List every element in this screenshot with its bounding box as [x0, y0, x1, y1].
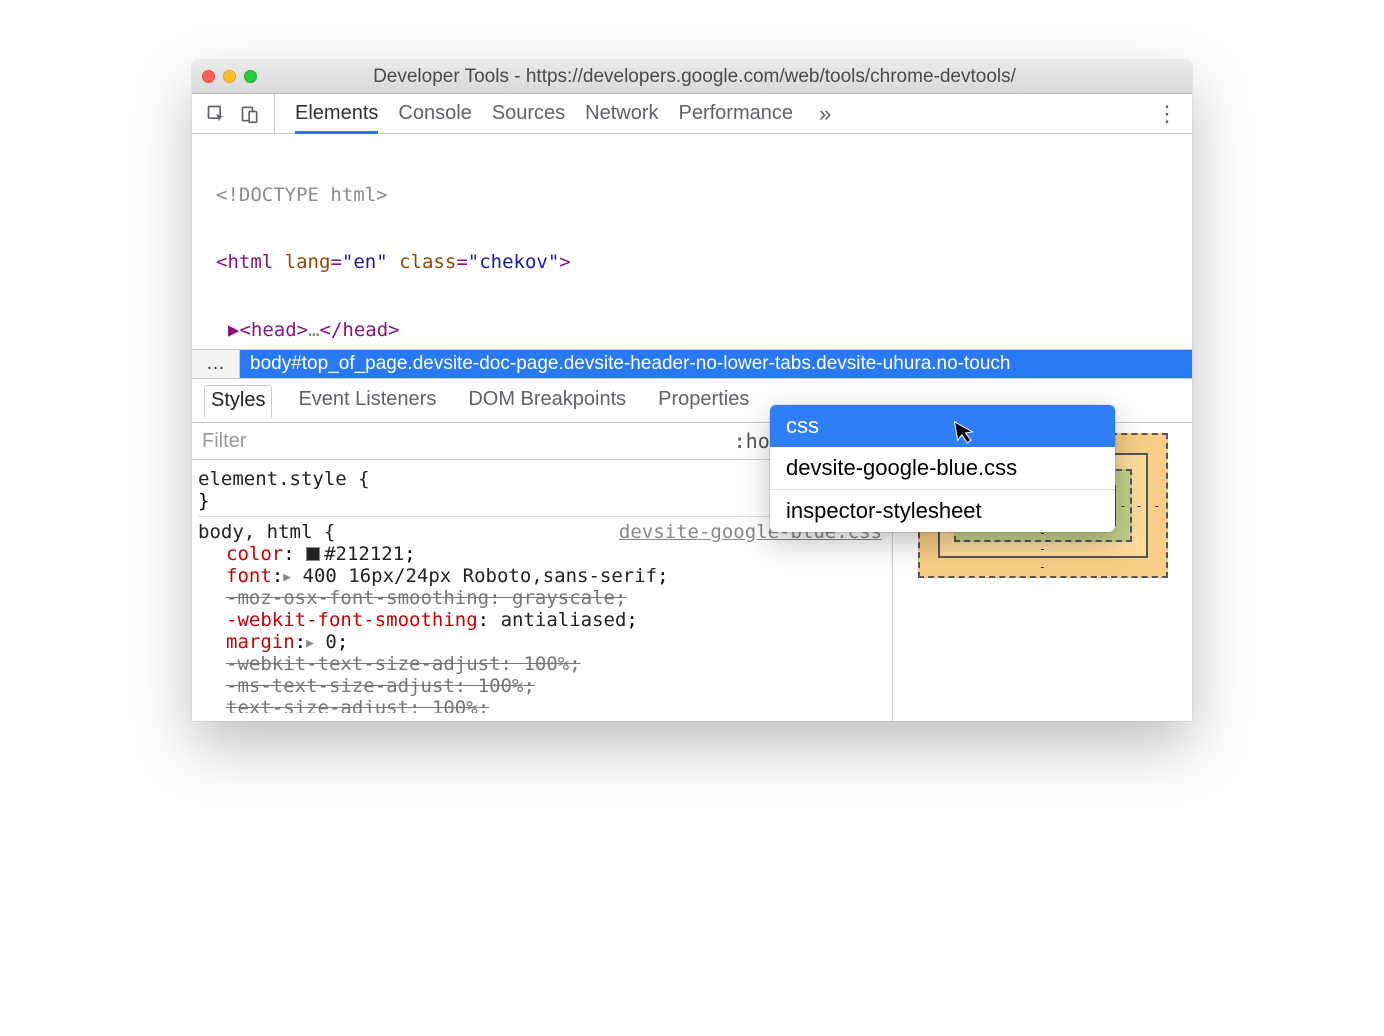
tabs-overflow-button[interactable]: » [819, 101, 831, 127]
dom-doctype[interactable]: <!DOCTYPE html> [192, 184, 1192, 206]
prop-moz-smoothing[interactable]: -moz-osx-font-smoothing: grayscale; [198, 587, 892, 609]
main-toolbar: Elements Console Sources Network Perform… [192, 94, 1192, 134]
toolbar-left-group [206, 94, 275, 133]
tab-console[interactable]: Console [398, 102, 471, 125]
prop-font[interactable]: font:▶ 400 16px/24px Roboto,sans-serif; [198, 565, 892, 587]
titlebar: Developer Tools - https://developers.goo… [192, 60, 1192, 94]
popup-item-css[interactable]: css [770, 405, 1115, 447]
dom-head[interactable]: ▶<head>…</head> [192, 318, 1192, 342]
prop-webkit-text-adjust[interactable]: -webkit-text-size-adjust: 100%; [198, 653, 892, 675]
prop-text-adjust[interactable]: text-size-adjust: 100%; [198, 697, 892, 713]
styles-filter-input[interactable]: Filter [192, 424, 724, 459]
window-title: Developer Tools - https://developers.goo… [257, 66, 1182, 88]
stylesheet-picker-popup: css devsite-google-blue.css inspector-st… [770, 405, 1115, 532]
subtab-styles[interactable]: Styles [204, 385, 272, 418]
tab-performance[interactable]: Performance [679, 102, 794, 125]
device-toggle-icon[interactable] [240, 104, 260, 124]
breadcrumb-selected[interactable]: body#top_of_page.devsite-doc-page.devsit… [240, 350, 1192, 378]
prop-ms-text-adjust[interactable]: -ms-text-size-adjust: 100%; [198, 675, 892, 697]
subtab-dom-breakpoints[interactable]: DOM Breakpoints [462, 385, 632, 416]
popup-item-inspector-stylesheet[interactable]: inspector-stylesheet [770, 490, 1115, 532]
breadcrumb-ellipsis[interactable]: … [192, 350, 240, 378]
prop-margin[interactable]: margin:▶ 0; [198, 631, 892, 653]
tab-sources[interactable]: Sources [492, 102, 565, 125]
inspect-element-icon[interactable] [206, 104, 226, 124]
subtab-properties[interactable]: Properties [652, 385, 755, 416]
popup-item-devsite-blue[interactable]: devsite-google-blue.css [770, 447, 1115, 489]
traffic-lights [202, 70, 257, 83]
close-window-button[interactable] [202, 70, 215, 83]
devtools-window: Developer Tools - https://developers.goo… [192, 60, 1192, 721]
color-swatch-icon[interactable] [306, 547, 320, 561]
zoom-window-button[interactable] [244, 70, 257, 83]
kebab-menu-icon[interactable]: ⋮ [1156, 103, 1178, 125]
breadcrumb-bar: … body#top_of_page.devsite-doc-page.devs… [192, 349, 1192, 379]
dom-html-open[interactable]: <html lang="en" class="chekov"> [192, 250, 1192, 274]
tab-network[interactable]: Network [585, 102, 658, 125]
styles-area: Filter :hov .cls + element.style { } dev… [192, 423, 1192, 721]
subtab-event-listeners[interactable]: Event Listeners [292, 385, 442, 416]
prop-webkit-smoothing[interactable]: -webkit-font-smoothing: antialiased; [198, 609, 892, 631]
rule-body-html[interactable]: devsite-google-blue.css body, html { col… [198, 517, 892, 717]
tab-elements[interactable]: Elements [295, 102, 378, 125]
dom-tree[interactable]: <!DOCTYPE html> <html lang="en" class="c… [192, 134, 1192, 349]
minimize-window-button[interactable] [223, 70, 236, 83]
prop-color[interactable]: color: #212121; [198, 543, 892, 565]
